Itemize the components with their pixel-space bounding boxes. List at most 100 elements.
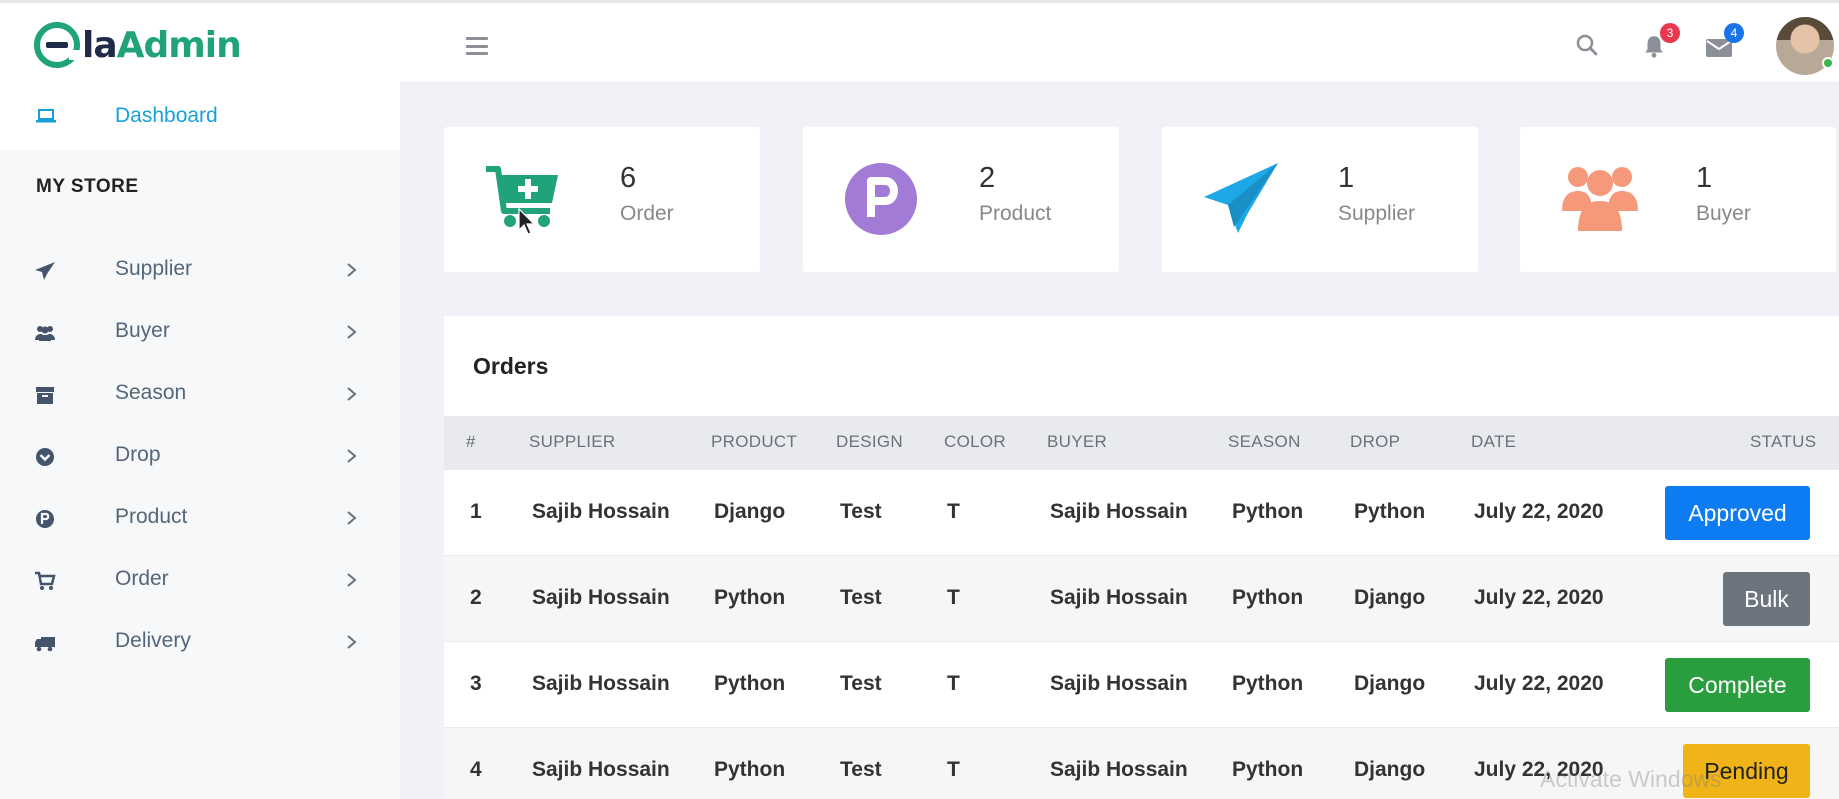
- table-row[interactable]: 2 Sajib Hossain Python Test T Sajib Hoss…: [444, 556, 1839, 642]
- column-header-design: DESIGN: [836, 432, 903, 451]
- archive-icon: [36, 387, 54, 404]
- cell-drop: Python: [1354, 500, 1426, 523]
- table-row[interactable]: 1 Sajib Hossain Django Test T Sajib Hoss…: [444, 470, 1839, 556]
- sidebar-item-supplier[interactable]: Supplier: [0, 243, 400, 299]
- sidebar-item-season[interactable]: Season: [0, 367, 400, 423]
- column-header-color: COLOR: [944, 432, 1006, 451]
- cell-supplier: Sajib Hossain: [532, 758, 670, 781]
- paper-plane-icon: [35, 262, 55, 280]
- cell-product: Django: [714, 500, 786, 523]
- column-header-number: #: [466, 432, 476, 451]
- cell-supplier: Sajib Hossain: [532, 672, 670, 695]
- cell-drop: Django: [1354, 758, 1426, 781]
- product-p-icon: [36, 510, 54, 528]
- stat-card-buyer[interactable]: 1 Buyer: [1520, 127, 1836, 272]
- cell-drop: Django: [1354, 586, 1426, 609]
- paper-plane-icon: [1204, 163, 1278, 233]
- cell-design: Test: [840, 586, 882, 609]
- notification-count-badge: 3: [1660, 23, 1680, 43]
- stat-label: Order: [620, 202, 674, 225]
- sidebar-item-delivery[interactable]: Delivery: [0, 615, 400, 671]
- sidebar-item-product[interactable]: Product: [0, 491, 400, 547]
- table-row[interactable]: 3 Sajib Hossain Python Test T Sajib Hoss…: [444, 642, 1839, 728]
- status-badge[interactable]: Complete: [1665, 658, 1810, 712]
- menu-icon[interactable]: [466, 37, 488, 55]
- cell-number: 2: [470, 586, 482, 609]
- cell-drop: Django: [1354, 672, 1426, 695]
- cell-season: Python: [1232, 672, 1304, 695]
- sidebar-item-label: Season: [115, 381, 187, 404]
- cell-season: Python: [1232, 586, 1304, 609]
- column-header-buyer: BUYER: [1047, 432, 1108, 451]
- cell-date: July 22, 2020: [1474, 586, 1604, 609]
- cell-number: 4: [470, 758, 482, 781]
- laptop-icon: [36, 109, 56, 123]
- cell-color: T: [947, 672, 960, 695]
- chevron-right-icon: [347, 263, 357, 277]
- cell-buyer: Sajib Hossain: [1050, 586, 1188, 609]
- column-header-product: PRODUCT: [711, 432, 798, 451]
- sidebar-section-title: MY STORE: [36, 176, 139, 197]
- cell-season: Python: [1232, 758, 1304, 781]
- cell-design: Test: [840, 758, 882, 781]
- orders-panel: Orders # SUPPLIER PRODUCT DESIGN COLOR B…: [444, 316, 1839, 799]
- stat-value: 2: [979, 162, 996, 194]
- cell-buyer: Sajib Hossain: [1050, 758, 1188, 781]
- cell-color: T: [947, 758, 960, 781]
- sidebar-item-buyer[interactable]: Buyer: [0, 305, 400, 361]
- cell-design: Test: [840, 500, 882, 523]
- sidebar-item-label: Drop: [115, 443, 161, 466]
- status-badge[interactable]: Approved: [1665, 486, 1810, 540]
- status-badge[interactable]: Bulk: [1723, 572, 1810, 626]
- logo-text-la: la: [82, 24, 118, 66]
- cell-design: Test: [840, 672, 882, 695]
- cell-product: Python: [714, 758, 786, 781]
- cell-product: Python: [714, 672, 786, 695]
- cart-icon: [35, 571, 56, 590]
- stat-card-product[interactable]: 2 Product: [803, 127, 1119, 272]
- chevron-right-icon: [347, 573, 357, 587]
- table-header: # SUPPLIER PRODUCT DESIGN COLOR BUYER SE…: [444, 416, 1839, 470]
- stat-card-supplier[interactable]: 1 Supplier: [1162, 127, 1478, 272]
- cell-product: Python: [714, 586, 786, 609]
- sidebar-item-label: Buyer: [115, 319, 170, 342]
- cell-buyer: Sajib Hossain: [1050, 500, 1188, 523]
- chevron-right-icon: [347, 511, 357, 525]
- sidebar-item-label: Dashboard: [115, 104, 218, 127]
- cell-supplier: Sajib Hossain: [532, 586, 670, 609]
- product-p-icon: [845, 163, 917, 235]
- logo-e-mark: [34, 22, 81, 68]
- cell-supplier: Sajib Hossain: [532, 500, 670, 523]
- sidebar-item-drop[interactable]: Drop: [0, 429, 400, 485]
- chevron-right-icon: [347, 449, 357, 463]
- online-status-dot: [1822, 57, 1834, 69]
- column-header-supplier: SUPPLIER: [529, 432, 616, 451]
- stat-value: 1: [1696, 162, 1713, 194]
- orders-title: Orders: [473, 353, 549, 379]
- message-count-badge: 4: [1724, 23, 1744, 43]
- sidebar-item-label: Order: [115, 567, 169, 590]
- column-header-date: DATE: [1471, 432, 1517, 451]
- chevron-circle-down-icon: [36, 448, 54, 466]
- stat-label: Buyer: [1696, 202, 1751, 225]
- sidebar-item-order[interactable]: Order: [0, 553, 400, 609]
- windows-activation-watermark: Activate Windows: [1540, 766, 1722, 792]
- stat-label: Product: [979, 202, 1052, 225]
- cell-number: 1: [470, 500, 482, 523]
- users-icon: [1562, 167, 1638, 231]
- column-header-drop: DROP: [1350, 432, 1401, 451]
- search-icon[interactable]: [1575, 33, 1599, 57]
- logo-text: laAdmin: [82, 24, 242, 66]
- cell-season: Python: [1232, 500, 1304, 523]
- stat-card-order[interactable]: 6 Order: [444, 127, 760, 272]
- cell-date: July 22, 2020: [1474, 672, 1604, 695]
- chevron-right-icon: [347, 387, 357, 401]
- column-header-status: STATUS: [1750, 432, 1817, 451]
- stat-value: 1: [1338, 162, 1355, 194]
- brand-logo[interactable]: laAdmin: [34, 20, 242, 70]
- sidebar-item-dashboard[interactable]: Dashboard: [0, 82, 400, 150]
- users-icon: [35, 326, 55, 341]
- sidebar-item-label: Delivery: [115, 629, 191, 652]
- sidebar: Dashboard MY STORE Supplier Buyer Season: [0, 82, 400, 799]
- chevron-right-icon: [347, 325, 357, 339]
